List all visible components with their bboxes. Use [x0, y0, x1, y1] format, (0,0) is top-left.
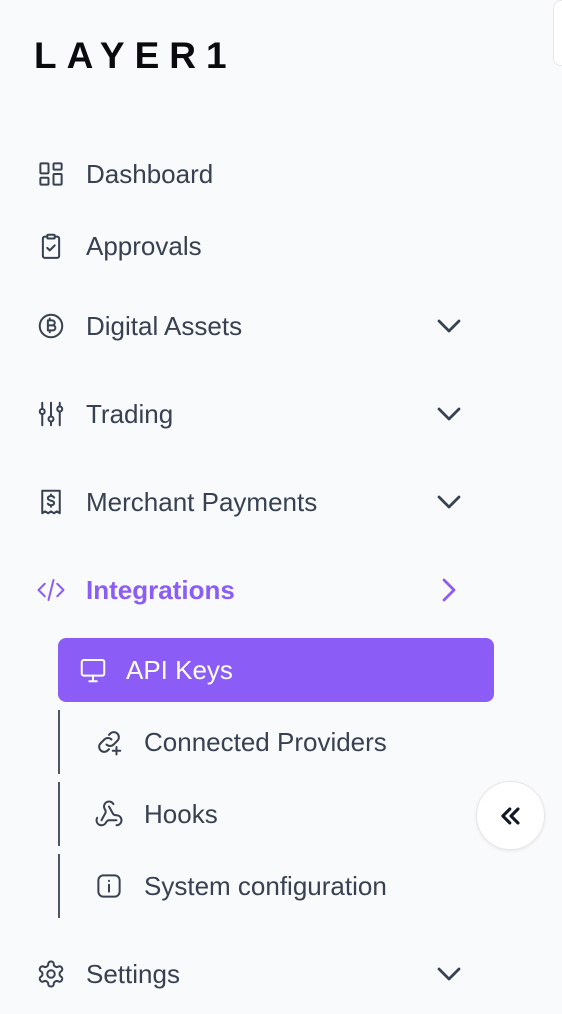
- dashboard-grid-icon: [34, 157, 68, 191]
- tree-line: [58, 782, 60, 846]
- sub-label-hooks: Hooks: [144, 799, 218, 829]
- nav-item-dashboard[interactable]: Dashboard: [34, 152, 464, 196]
- brand-logo[interactable]: LAYER1: [34, 37, 237, 74]
- sub-label-connected-providers: Connected Providers: [144, 727, 387, 757]
- collapse-sidebar-button[interactable]: [476, 781, 545, 850]
- sub-item-connected-providers[interactable]: Connected Providers: [58, 710, 478, 774]
- chevron-down-icon[interactable]: [434, 399, 464, 429]
- main-panel-edge: [553, 0, 562, 66]
- double-chevron-left-icon: [497, 802, 525, 830]
- chevron-down-icon[interactable]: [434, 311, 464, 341]
- tree-line: [58, 854, 60, 918]
- nav-label-integrations: Integrations: [86, 575, 235, 605]
- link-plus-icon: [92, 725, 126, 759]
- sliders-icon: [34, 397, 68, 431]
- nav-label-trading: Trading: [86, 399, 174, 429]
- webhook-icon: [92, 797, 126, 831]
- monitor-icon: [76, 653, 110, 687]
- nav-label-dashboard: Dashboard: [86, 159, 214, 189]
- sub-label-system-configuration: System configuration: [144, 871, 387, 901]
- nav-item-settings[interactable]: Settings: [34, 952, 464, 996]
- gear-icon: [34, 957, 68, 991]
- tree-line: [58, 710, 60, 774]
- nav-label-digital-assets: Digital Assets: [86, 311, 243, 341]
- code-icon: [34, 573, 68, 607]
- nav-item-digital-assets[interactable]: Digital Assets: [34, 304, 464, 348]
- sidebar: LAYER1 Dashboard Approvals Digital Asset…: [0, 0, 562, 1014]
- nav-item-trading[interactable]: Trading: [34, 392, 464, 436]
- sub-item-hooks[interactable]: Hooks: [58, 782, 478, 846]
- nav-item-merchant-payments[interactable]: Merchant Payments: [34, 480, 464, 524]
- nav-item-integrations[interactable]: Integrations: [34, 568, 464, 612]
- receipt-dollar-icon: [34, 485, 68, 519]
- nav-item-approvals[interactable]: Approvals: [34, 224, 464, 268]
- nav-label-approvals: Approvals: [86, 231, 202, 261]
- sub-item-api-keys[interactable]: API Keys: [58, 638, 494, 702]
- chevron-down-icon[interactable]: [434, 959, 464, 989]
- sub-label-api-keys: API Keys: [126, 655, 233, 685]
- info-icon: [92, 869, 126, 903]
- nav-label-merchant-payments: Merchant Payments: [86, 487, 318, 517]
- bitcoin-icon: [34, 309, 68, 343]
- chevron-right-icon[interactable]: [434, 575, 464, 605]
- sub-item-system-configuration[interactable]: System configuration: [58, 854, 478, 918]
- chevron-down-icon[interactable]: [434, 487, 464, 517]
- nav-label-settings: Settings: [86, 959, 180, 989]
- clipboard-check-icon: [34, 229, 68, 263]
